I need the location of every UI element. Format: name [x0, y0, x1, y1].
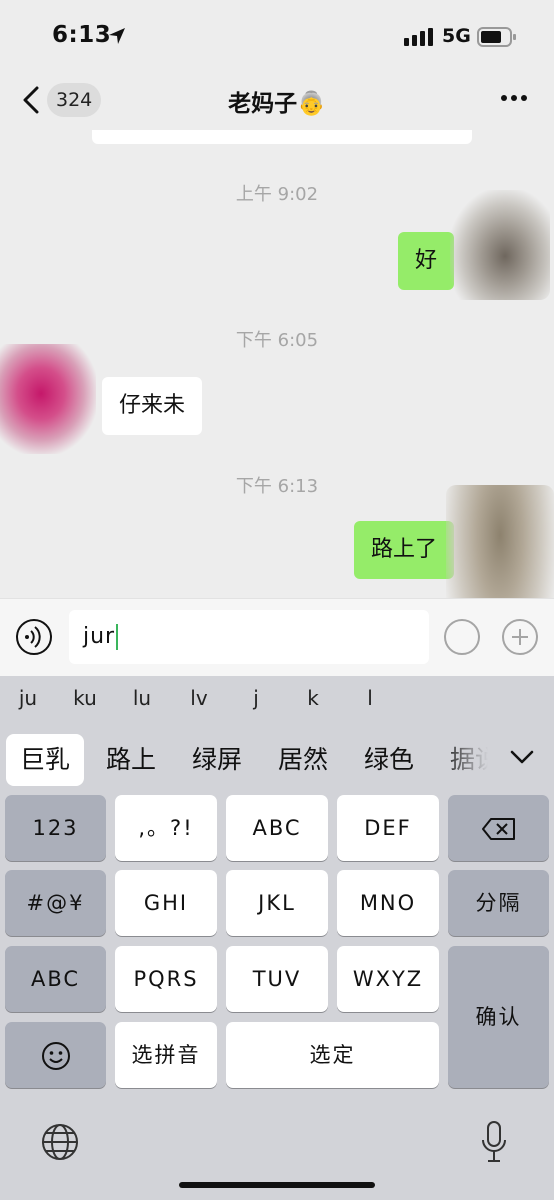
key-symbols[interactable]: #@¥ [5, 870, 106, 936]
key-tuv[interactable]: TUV [226, 946, 328, 1012]
candidate-word[interactable]: 路上 [92, 734, 170, 786]
battery-icon [477, 27, 516, 47]
chat-header: 324 老妈子👵 [0, 74, 554, 130]
candidate-word[interactable]: 巨乳 [6, 734, 84, 786]
pinyin-suggestion[interactable]: lv [179, 686, 219, 710]
my-avatar[interactable] [450, 190, 550, 300]
key-punctuation[interactable]: ,。?! [115, 795, 217, 861]
more-dots-icon[interactable] [500, 88, 528, 108]
pinyin-suggestion[interactable]: k [293, 686, 333, 710]
network-type: 5G [442, 25, 471, 47]
previous-message-card [92, 130, 472, 144]
confirm-key[interactable]: 确认 [448, 946, 549, 1088]
pinyin-suggestion[interactable]: l [350, 686, 390, 710]
contact-emoji: 👵 [297, 91, 326, 117]
pinyin-suggestion[interactable]: j [236, 686, 276, 710]
key-mno[interactable]: MNO [337, 870, 439, 936]
key-def[interactable]: DEF [337, 795, 439, 861]
outgoing-message[interactable]: 路上了 [353, 521, 454, 579]
status-time: 6:13 [52, 22, 112, 48]
key-pqrs[interactable]: PQRS [115, 946, 217, 1012]
candidate-fade [440, 728, 500, 790]
select-key[interactable]: 选定 [226, 1022, 439, 1088]
status-bar: 6:13 5G [0, 0, 554, 74]
voice-icon[interactable] [15, 618, 53, 656]
home-indicator[interactable] [179, 1182, 375, 1188]
chat-title: 老妈子👵 [0, 84, 554, 118]
pinyin-suggestion[interactable]: lu [122, 686, 162, 710]
text-caret [116, 624, 119, 650]
location-arrow-icon [109, 28, 125, 44]
emoji-key[interactable] [5, 1022, 106, 1088]
separator-key[interactable]: 分隔 [448, 870, 549, 936]
candidate-bar: 巨乳 路上 绿屏 居然 绿色 据说 [0, 728, 554, 790]
key-jkl[interactable]: JKL [226, 870, 328, 936]
candidate-word[interactable]: 绿色 [350, 734, 428, 786]
pinyin-suggestion-row: ju ku lu lv j k l [0, 676, 554, 724]
delete-key[interactable] [448, 795, 549, 861]
key-abc-switch[interactable]: ABC [5, 946, 106, 1012]
signal-icon [404, 28, 433, 46]
outgoing-message[interactable]: 好 [397, 232, 454, 290]
my-avatar[interactable] [446, 485, 554, 598]
message-input[interactable]: jur [69, 610, 429, 664]
smiley-icon [41, 1042, 70, 1070]
pinyin-suggestion[interactable]: ju [8, 686, 48, 710]
incoming-message[interactable]: 仔来未 [102, 377, 203, 435]
message-list[interactable]: 上午 9:02 好 下午 6:05 仔来未 下午 6:13 路上了 [0, 130, 554, 598]
candidate-word[interactable]: 居然 [264, 734, 342, 786]
input-bar: jur [0, 598, 554, 676]
key-123[interactable]: 123 [5, 795, 106, 861]
pinyin-suggestion[interactable]: ku [65, 686, 105, 710]
key-wxyz[interactable]: WXYZ [337, 946, 439, 1012]
key-ghi[interactable]: GHI [115, 870, 217, 936]
microphone-icon[interactable] [480, 1120, 508, 1164]
select-pinyin-key[interactable]: 选拼音 [115, 1022, 217, 1088]
emoji-icon[interactable] [443, 618, 481, 656]
candidate-word[interactable]: 绿屏 [178, 734, 256, 786]
globe-icon[interactable] [40, 1122, 80, 1162]
key-abc[interactable]: ABC [226, 795, 328, 861]
plus-icon[interactable] [501, 618, 539, 656]
contact-avatar[interactable] [0, 344, 96, 454]
contact-name: 老妈子 [228, 91, 298, 117]
input-text: jur [83, 624, 116, 649]
keyboard: ju ku lu lv j k l 巨乳 路上 绿屏 居然 绿色 据说 123 … [0, 676, 554, 1200]
chevron-down-icon[interactable] [506, 742, 538, 772]
backspace-icon [481, 818, 515, 840]
